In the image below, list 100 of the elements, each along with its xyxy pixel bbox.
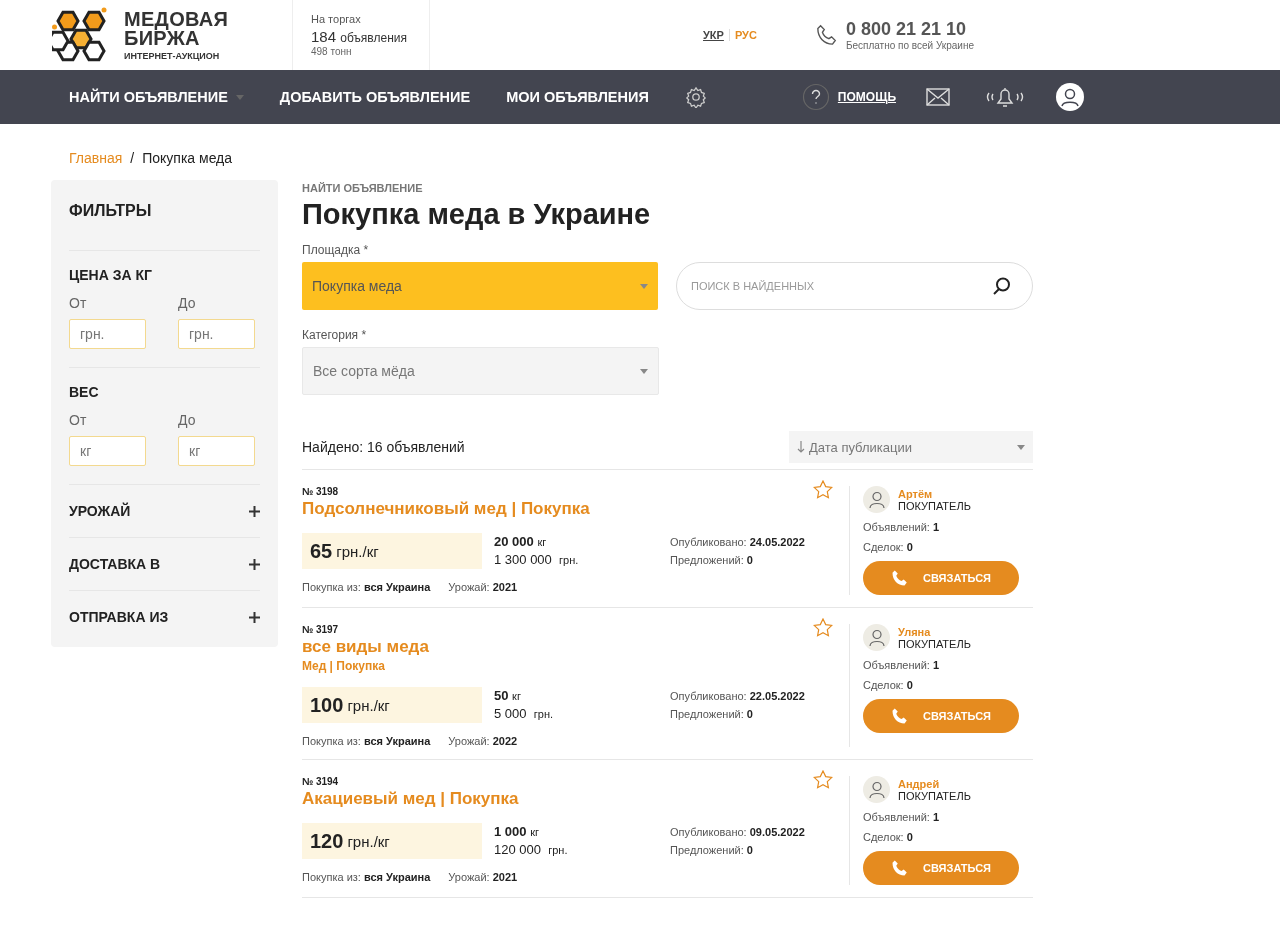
- range-label: До: [178, 412, 197, 428]
- filter-title: ВЕС: [69, 384, 100, 400]
- caret-icon: [640, 368, 648, 374]
- field-label: Категория *: [302, 328, 368, 342]
- section-label: НАЙТИ ОБЪЯВЛЕНИЕ: [302, 182, 424, 194]
- phone-icon: [891, 859, 909, 877]
- logo-text: БИРЖА: [124, 28, 200, 48]
- seller-name[interactable]: Артём: [898, 487, 971, 500]
- purchase-region: Покупка из: вся Украина: [302, 735, 431, 747]
- favorite-star-icon[interactable]: [813, 770, 833, 789]
- breadcrumb-item[interactable]: Главная: [69, 150, 123, 166]
- listing-weight: 20 000 кг: [494, 533, 548, 551]
- listing-title[interactable]: все виды меда: [302, 637, 429, 657]
- mail-icon[interactable]: [926, 88, 950, 106]
- purchase-region: Покупка из: вся Украина: [302, 871, 431, 883]
- expand-icon[interactable]: [249, 611, 260, 623]
- listing-title[interactable]: Подсолнечниковый мед | Покупка: [302, 499, 590, 519]
- expand-icon[interactable]: [249, 558, 260, 570]
- range-to-field[interactable]: грн.: [178, 319, 255, 349]
- stats-count: 184 объявления: [311, 28, 408, 45]
- seller-ads-count: Объявлений: 1: [863, 521, 941, 533]
- harvest-year: Урожай: 2022: [448, 735, 518, 747]
- seller-deals-count: Сделок: 0: [863, 541, 914, 553]
- nav-item[interactable]: ДОБАВИТЬ ОБЪЯВЛЕНИЕ: [279, 89, 471, 105]
- search-icon[interactable]: [993, 277, 1011, 295]
- offers-count: Предложений: 0: [670, 843, 754, 858]
- seller-ads-count: Объявлений: 1: [863, 659, 941, 671]
- user-icon: [868, 780, 885, 799]
- price-tag: 100 грн./кг: [302, 687, 482, 723]
- published-date: Опубликовано: 22.05.2022: [670, 689, 805, 704]
- listing-subtitle: Мед | Покупка: [302, 659, 385, 673]
- favorite-star-icon[interactable]: [813, 618, 833, 637]
- listing-total: 120 000 грн.: [494, 841, 569, 859]
- language-link[interactable]: РУС: [728, 29, 762, 41]
- sort-arrow-icon: [797, 441, 805, 453]
- seller-deals-count: Сделок: 0: [863, 679, 914, 691]
- seller-ads-count: Объявлений: 1: [863, 811, 941, 823]
- range-from-field[interactable]: кг: [69, 436, 146, 466]
- settings-icon[interactable]: [684, 86, 707, 108]
- user-icon: [868, 490, 885, 509]
- seller-role: ПОКУПАТЕЛЬ: [898, 789, 971, 802]
- harvest-year: Урожай: 2021: [448, 581, 518, 593]
- seller-role: ПОКУПАТЕЛЬ: [898, 637, 971, 650]
- listing-weight: 1 000 кг: [494, 823, 540, 841]
- contact-button[interactable]: СВЯЗАТЬСЯ: [863, 699, 1019, 733]
- breadcrumb-item: Покупка меда: [142, 150, 233, 166]
- category-dropdown[interactable]: Все сорта мёда: [302, 347, 659, 395]
- field-label: Площадка *: [302, 243, 370, 257]
- listing-title[interactable]: Акациевый мед | Покупка: [302, 789, 519, 809]
- listing-weight: 50 кг: [494, 687, 522, 705]
- listing-total: 1 300 000 грн.: [494, 551, 580, 569]
- published-date: Опубликовано: 24.05.2022: [670, 535, 805, 550]
- caret-icon: [1017, 444, 1025, 450]
- price-tag: 120 грн./кг: [302, 823, 482, 859]
- phone-note: Бесплатно по всей Украине: [845, 40, 974, 51]
- purchase-region: Покупка из: вся Украина: [302, 581, 431, 593]
- range-from-field[interactable]: грн.: [69, 319, 146, 349]
- stats-label: На торгах: [311, 13, 362, 25]
- phone-icon: [891, 569, 909, 587]
- offers-count: Предложений: 0: [670, 553, 754, 568]
- search-field[interactable]: ПОИСК В НАЙДЕННЫХ: [676, 262, 1033, 310]
- breadcrumb-separator: /: [130, 150, 135, 166]
- harvest-year: Урожай: 2021: [448, 871, 518, 883]
- listing-number: № 3194: [302, 776, 339, 787]
- user-avatar-icon[interactable]: [1056, 83, 1084, 111]
- platform-dropdown[interactable]: Покупка меда: [302, 262, 658, 310]
- seller-name[interactable]: Уляна: [898, 625, 971, 638]
- results-count: Найдено: 16 объявлений: [302, 439, 465, 455]
- offers-count: Предложений: 0: [670, 707, 754, 722]
- filters-title: ФИЛЬТРЫ: [69, 180, 260, 251]
- range-label: От: [69, 412, 88, 428]
- filter-section-title[interactable]: УРОЖАЙ: [69, 503, 131, 519]
- nav-item[interactable]: НАЙТИ ОБЪЯВЛЕНИЕ: [69, 89, 228, 105]
- help-icon[interactable]: [801, 83, 830, 111]
- user-icon: [868, 628, 885, 647]
- nav-item[interactable]: МОИ ОБЪЯВЛЕНИЯ: [506, 89, 649, 105]
- help-link[interactable]: ПОМОЩЬ: [837, 90, 896, 104]
- seller-role: ПОКУПАТЕЛЬ: [898, 499, 971, 512]
- language-link[interactable]: УКР: [698, 29, 729, 41]
- favorite-star-icon[interactable]: [813, 480, 833, 499]
- listing-number: № 3197: [302, 624, 339, 635]
- filter-title: ЦЕНА ЗА КГ: [69, 267, 153, 283]
- caret-icon: [640, 283, 648, 289]
- logo-subtitle: ИНТЕРНЕТ-АУКЦИОН: [124, 50, 221, 61]
- published-date: Опубликовано: 09.05.2022: [670, 825, 805, 840]
- range-to-field[interactable]: кг: [178, 436, 255, 466]
- sort-dropdown[interactable]: Дата публикации: [789, 431, 1033, 463]
- contact-button[interactable]: СВЯЗАТЬСЯ: [863, 851, 1019, 885]
- seller-name[interactable]: Андрей: [898, 777, 971, 790]
- logo-text: МЕДОВАЯ: [124, 9, 229, 29]
- phone-number[interactable]: 0 800 21 21 10: [845, 19, 974, 40]
- filter-section-title[interactable]: ДОСТАВКА В: [69, 556, 161, 572]
- filter-section-title[interactable]: ОТПРАВКА ИЗ: [69, 609, 169, 625]
- price-tag: 65 грн./кг: [302, 533, 482, 569]
- expand-icon[interactable]: [249, 505, 260, 517]
- range-label: От: [69, 295, 88, 311]
- contact-button[interactable]: СВЯЗАТЬСЯ: [863, 561, 1019, 595]
- listing-number: № 3198: [302, 486, 339, 497]
- listing-total: 5 000 грн.: [494, 705, 555, 723]
- bell-icon[interactable]: [984, 86, 1026, 108]
